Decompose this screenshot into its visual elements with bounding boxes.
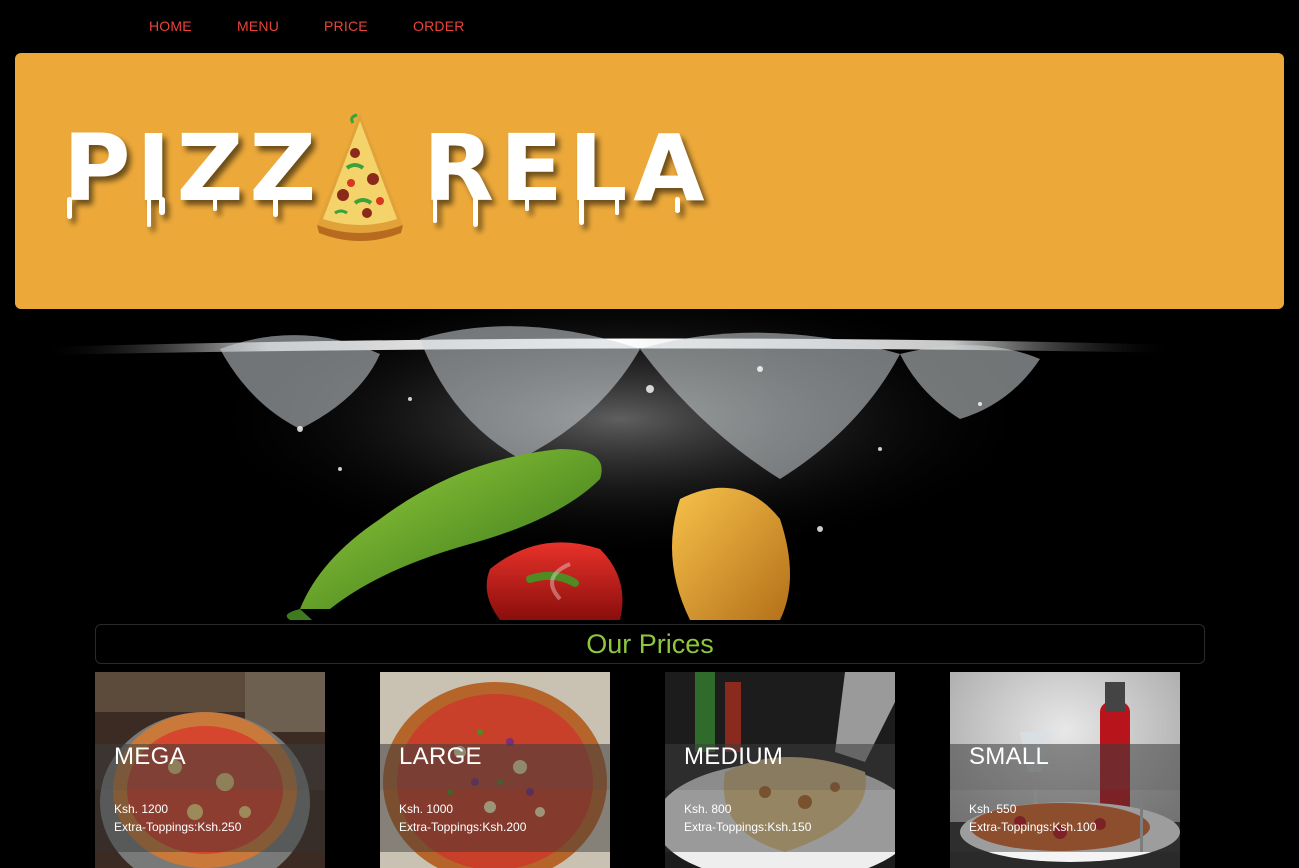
pizza-slice-icon: [317, 113, 403, 241]
prices-heading-bar: Our Prices: [95, 624, 1205, 664]
price-card-large[interactable]: LARGE Ksh. 1000 Extra-Toppings:Ksh.200: [380, 672, 610, 868]
logo-text-left: PIZZ: [63, 115, 322, 222]
price-card-small[interactable]: SMALL Ksh. 550 Extra-Toppings:Ksh.100: [950, 672, 1180, 868]
card-extra-toppings: Extra-Toppings:Ksh.150: [684, 820, 812, 834]
navbar: HOME MENU PRICE ORDER: [0, 0, 1299, 53]
card-price: Ksh. 800: [684, 802, 732, 816]
pizzarela-logo: PIZZ RELA: [63, 113, 711, 241]
price-card-medium[interactable]: MEDIUM Ksh. 800 Extra-Toppings:Ksh.150: [665, 672, 895, 868]
header-banner: PIZZ RELA: [15, 53, 1284, 309]
card-title: SMALL: [969, 743, 1050, 770]
nav-menu-link[interactable]: MENU: [237, 18, 279, 34]
nav-home-link[interactable]: HOME: [149, 18, 192, 34]
card-title: MEDIUM: [684, 743, 784, 770]
price-card-mega[interactable]: MEGA Ksh. 1200 Extra-Toppings:Ksh.250: [95, 672, 325, 868]
nav-order-link[interactable]: ORDER: [413, 18, 465, 34]
card-extra-toppings: Extra-Toppings:Ksh.100: [969, 820, 1097, 834]
hero-image: [0, 309, 1299, 620]
logo-text-right: RELA: [423, 115, 711, 222]
card-price: Ksh. 550: [969, 802, 1017, 816]
card-price: Ksh. 1000: [399, 802, 454, 816]
prices-title: Our Prices: [586, 629, 714, 659]
card-extra-toppings: Extra-Toppings:Ksh.250: [114, 820, 242, 834]
card-price: Ksh. 1200: [114, 802, 169, 816]
card-extra-toppings: Extra-Toppings:Ksh.200: [399, 820, 527, 834]
card-title: MEGA: [114, 743, 186, 770]
nav-price-link[interactable]: PRICE: [324, 18, 368, 34]
card-title: LARGE: [399, 743, 482, 770]
